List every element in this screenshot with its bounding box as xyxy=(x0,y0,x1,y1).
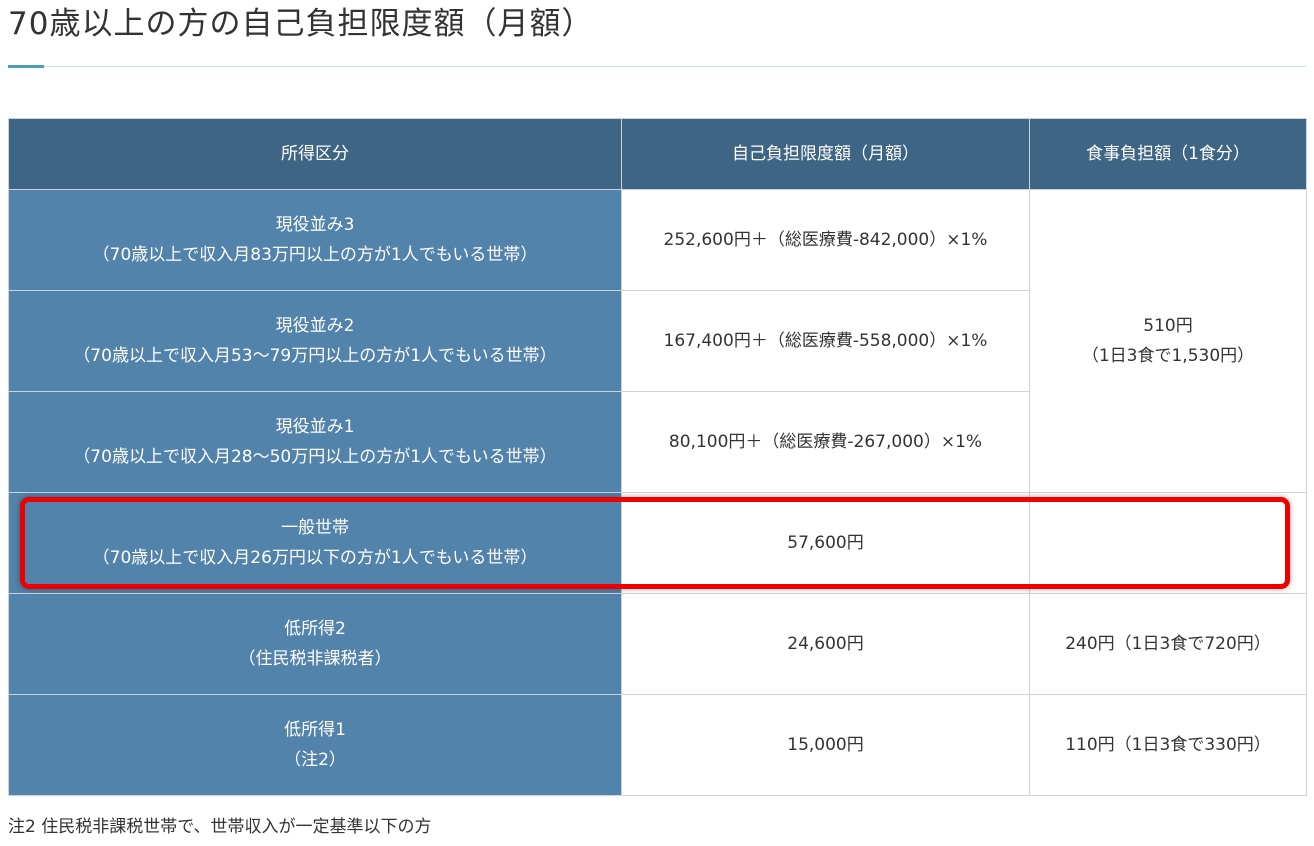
row-monthly-limit: 80,100円＋（総医療費-267,000）×1% xyxy=(621,391,1030,493)
row-category-name: 低所得2 xyxy=(284,619,346,639)
row-meal-cost: 110円（1日3食で330円） xyxy=(1029,694,1307,796)
title-underline xyxy=(8,66,1306,67)
header-meal-cost: 食事負担額（1食分） xyxy=(1029,118,1307,190)
row-category-name: 現役並み2 xyxy=(275,316,355,336)
merged-meal-cost: 510円 （1日3食で1,530円） xyxy=(1029,189,1307,493)
row-monthly-limit: 24,600円 xyxy=(621,593,1030,695)
header-monthly-limit: 自己負担限度額（月額） xyxy=(621,118,1030,190)
row-meal-cost-empty xyxy=(1029,492,1307,594)
header-income-category: 所得区分 xyxy=(8,118,622,190)
row-category-name: 現役並み1 xyxy=(275,417,355,437)
row-monthly-limit: 252,600円＋（総医療費-842,000）×1% xyxy=(621,189,1030,291)
row-category: 低所得1 （注2） xyxy=(8,694,622,796)
row-category-note: （70歳以上で収入月83万円以上の方が1人でもいる世帯） xyxy=(92,245,538,265)
row-category-name: 現役並み3 xyxy=(275,215,355,235)
row-monthly-limit: 15,000円 xyxy=(621,694,1030,796)
row-category-note: （70歳以上で収入月28～50万円以上の方が1人でもいる世帯） xyxy=(73,447,557,467)
row-category-note: （70歳以上で収入月26万円以下の方が1人でもいる世帯） xyxy=(92,548,538,568)
row-category-name: 低所得1 xyxy=(284,720,346,740)
row-monthly-limit: 57,600円 xyxy=(621,492,1030,594)
meal-cost-per-day: （1日3食で1,530円） xyxy=(1081,346,1255,366)
footnote: 注2 住民税非課税世帯で、世帯収入が一定基準以下の方 xyxy=(8,817,432,837)
row-monthly-limit: 167,400円＋（総医療費-558,000）×1% xyxy=(621,290,1030,392)
table-row: 低所得2 （住民税非課税者） 24,600円 240円（1日3食で720円） xyxy=(8,593,1307,695)
table-row: 現役並み3 （70歳以上で収入月83万円以上の方が1人でもいる世帯） 252,6… xyxy=(8,189,1307,493)
row-category-note: （注2） xyxy=(284,750,346,770)
row-category: 低所得2 （住民税非課税者） xyxy=(8,593,622,695)
copay-limit-table: 所得区分 自己負担限度額（月額） 食事負担額（1食分） 現役並み3 （70歳以上… xyxy=(8,118,1307,796)
table-header-row: 所得区分 自己負担限度額（月額） 食事負担額（1食分） xyxy=(8,118,1307,190)
table-row: 低所得1 （注2） 15,000円 110円（1日3食で330円） xyxy=(8,694,1307,796)
table-row: 一般世帯 （70歳以上で収入月26万円以下の方が1人でもいる世帯） 57,600… xyxy=(8,492,1307,594)
page-title: 70歳以上の方の自己負担限度額（月額） xyxy=(8,6,594,42)
row-category-name: 一般世帯 xyxy=(281,518,349,538)
meal-cost-per-meal: 510円 xyxy=(1143,316,1193,336)
row-category-note: （住民税非課税者） xyxy=(238,649,392,669)
title-underline-accent xyxy=(8,65,44,68)
row-meal-cost: 240円（1日3食で720円） xyxy=(1029,593,1307,695)
row-category: 現役並み3 （70歳以上で収入月83万円以上の方が1人でもいる世帯） xyxy=(8,189,622,291)
row-category: 現役並み2 （70歳以上で収入月53～79万円以上の方が1人でもいる世帯） xyxy=(8,290,622,392)
row-category-note: （70歳以上で収入月53～79万円以上の方が1人でもいる世帯） xyxy=(73,346,557,366)
row-category: 一般世帯 （70歳以上で収入月26万円以下の方が1人でもいる世帯） xyxy=(8,492,622,594)
row-category: 現役並み1 （70歳以上で収入月28～50万円以上の方が1人でもいる世帯） xyxy=(8,391,622,493)
